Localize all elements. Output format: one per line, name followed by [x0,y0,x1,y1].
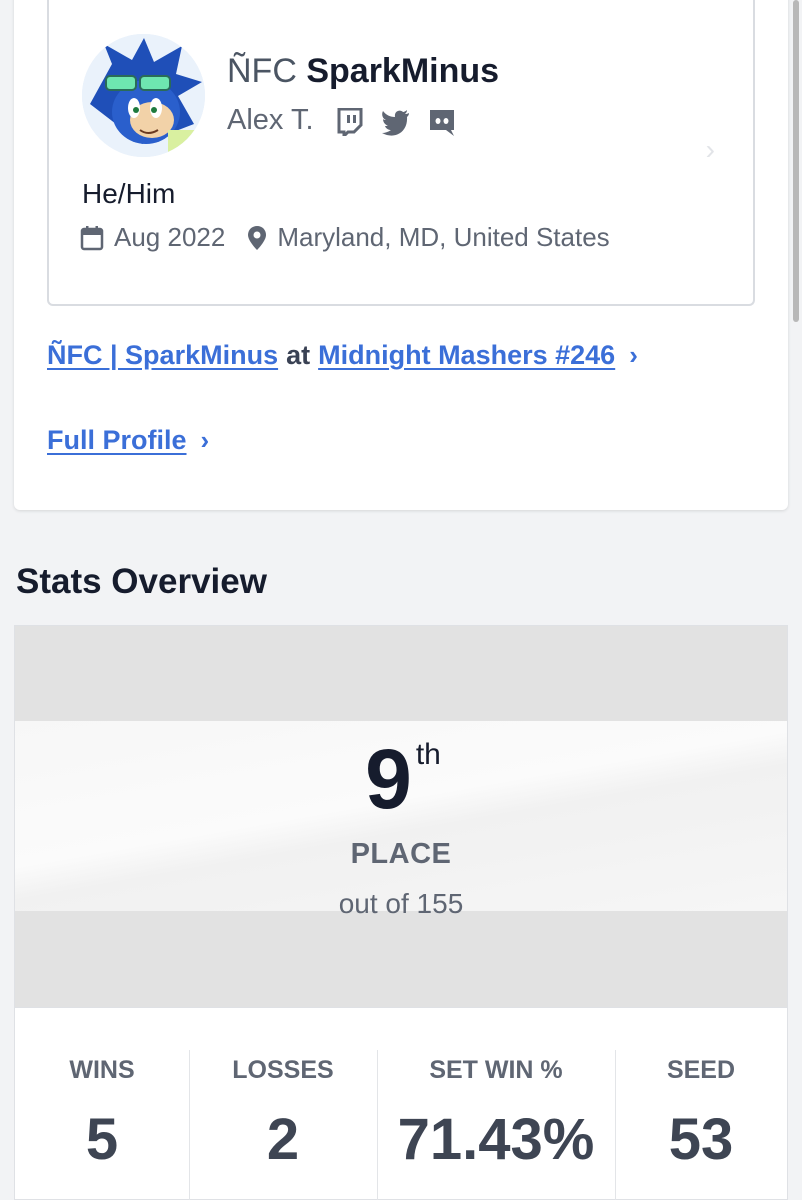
avatar [82,34,205,157]
full-profile-link-row: Full Profile › [47,425,209,456]
place-value: 9 [365,732,412,826]
stat-losses: LOSSES 2 [189,1008,377,1200]
profile-meta: Aug 2022 Maryland, MD, United States [80,222,610,253]
stat-label: SEED [666,1056,736,1084]
entrant-team-link[interactable]: ÑFC | SparkMinus [47,340,278,371]
location: Maryland, MD, United States [277,222,610,252]
entrant-event-link-row: ÑFC | SparkMinus at Midnight Mashers #24… [47,340,638,371]
stat-value: 71.43% [397,1107,595,1172]
stat-label: SET WIN % [429,1056,563,1084]
stat-label: LOSSES [232,1056,334,1084]
stats-card: 9th PLACE out of 155 WINS 5 LOSSES 2 SET… [14,625,788,1200]
stat-seed: SEED 53 [615,1008,787,1200]
place-total: out of 155 [338,888,464,919]
stat-set-win-percent: SET WIN % 71.43% [377,1008,615,1200]
placement-number: 9th [15,731,787,828]
pronouns: He/Him [82,178,176,209]
joined-date: Aug 2022 [114,222,226,252]
calendar-icon [80,225,104,250]
event-link[interactable]: Midnight Mashers #246 [318,340,615,371]
real-name: Alex T. [227,104,314,136]
gamer-tag-name: SparkMinus [306,52,500,90]
place-label: PLACE [350,838,452,870]
place-suffix: th [415,738,441,771]
chevron-right-icon: › [705,134,715,165]
stat-label: WINS [69,1056,135,1084]
twitch-icon[interactable] [335,108,365,136]
entrant-at-text: at [286,340,311,370]
stat-value: 53 [668,1107,734,1172]
stat-value: 2 [266,1107,300,1172]
scrollbar[interactable] [793,0,799,322]
full-profile-link[interactable]: Full Profile [47,425,187,456]
stat-columns: WINS 5 LOSSES 2 SET WIN % 71.43% SEED 53 [15,1007,787,1200]
chevron-right-icon: › [200,425,210,455]
location-pin-icon [248,225,267,250]
twitter-icon[interactable] [381,108,411,136]
stat-value: 5 [85,1107,119,1172]
chevron-right-icon: › [629,340,638,370]
section-title: Stats Overview [16,562,267,601]
discord-icon[interactable] [427,108,457,136]
event-entrant-page: ÑFC SparkMinus Alex T. › He/Him Aug 2022… [0,0,802,1200]
stat-wins: WINS 5 [15,1008,189,1200]
gamer-tag: ÑFC SparkMinus [227,52,499,91]
profile-card[interactable]: ÑFC SparkMinus Alex T. › He/Him Aug 2022… [47,0,755,306]
gamer-tag-prefix: ÑFC [227,52,297,90]
